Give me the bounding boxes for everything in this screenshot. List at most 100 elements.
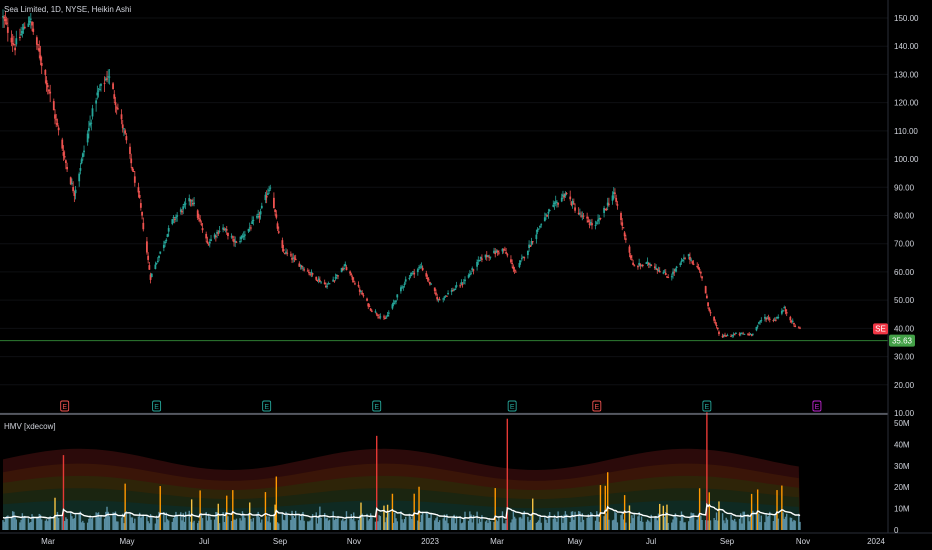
candle-body [582, 215, 585, 217]
volume-bar [131, 517, 134, 530]
volume-bar [467, 520, 470, 530]
volume-bar [540, 522, 542, 530]
volume-bar [784, 516, 787, 530]
volume-bar [735, 521, 737, 530]
volume-bar [756, 489, 759, 530]
volume-bar [574, 511, 576, 530]
candle-body [435, 292, 437, 295]
candle-body [689, 256, 691, 260]
candle-body [673, 271, 676, 273]
candle-body [409, 275, 412, 277]
volume-bar [741, 523, 743, 530]
volume-bar [721, 513, 724, 530]
candle-body [709, 312, 712, 314]
candle-body [29, 18, 32, 20]
volume-bar [14, 516, 16, 530]
candle-body [395, 300, 397, 302]
volume-bar [569, 521, 571, 530]
candle-body [591, 223, 593, 226]
candle-body [235, 241, 238, 243]
volume-bar [103, 518, 106, 530]
volume-bar [78, 512, 80, 530]
volume-bar [435, 518, 437, 530]
candle-body [38, 48, 41, 52]
volume-bar [269, 522, 271, 530]
volume-bar [319, 506, 321, 530]
volume-bar [140, 517, 142, 530]
volume-bar [425, 511, 427, 530]
candle-body [557, 203, 560, 205]
candle-body [57, 127, 60, 131]
candle-body [276, 223, 279, 229]
candle-body [572, 203, 575, 205]
candle-body [529, 245, 532, 247]
candle-body [653, 266, 656, 269]
candle-body [468, 273, 471, 275]
volume-bar [599, 485, 602, 530]
volume-bar [367, 520, 369, 530]
volume-bar [646, 519, 649, 530]
volume-bar [174, 515, 176, 530]
volume-bar [213, 519, 216, 530]
volume-bar [165, 512, 167, 530]
price-axis-tick: 30.00 [894, 353, 915, 362]
volume-bar [742, 511, 744, 530]
candle-body [630, 259, 633, 261]
candle-body [231, 236, 234, 238]
volume-bar [590, 512, 592, 530]
candle-body [351, 276, 354, 280]
volume-bar [527, 516, 529, 530]
volume-bar [766, 516, 769, 530]
volume-bar [667, 522, 669, 530]
candle-body [757, 322, 760, 324]
candle-body [207, 244, 210, 246]
candle-body [103, 82, 106, 84]
volume-bar [293, 518, 296, 530]
volume-bar [340, 520, 343, 530]
volume-bar [247, 513, 250, 530]
candle-body [165, 239, 168, 242]
candle-body [784, 309, 787, 312]
candle-body [352, 280, 355, 282]
candle-body [294, 258, 297, 261]
candle-body [383, 316, 385, 318]
volume-indicator-label[interactable]: HMV [xdecow] [4, 422, 56, 431]
volume-bar [368, 519, 371, 530]
volume-bar [210, 519, 212, 530]
volume-bar [469, 511, 471, 530]
volume-bar [604, 485, 606, 530]
volume-bar [91, 517, 94, 530]
chart-canvas[interactable]: E E E E E E E E 150.00 140.00 130.00 120.00 110.00 1… [0, 0, 932, 550]
volume-bar [649, 522, 651, 530]
volume-bar [615, 512, 617, 530]
volume-bar [154, 523, 157, 530]
symbol-badge[interactable]: SE [873, 323, 888, 335]
volume-bar [522, 513, 524, 530]
candle-body [19, 36, 21, 38]
volume-bar [395, 518, 397, 530]
candle-body [124, 130, 127, 134]
time-axis-tick: Nov [796, 537, 810, 546]
volume-bar [438, 520, 441, 530]
candle-body [536, 229, 539, 232]
time-axis-tick: May [567, 537, 582, 546]
volume-bar [501, 511, 504, 530]
volume-bar [3, 521, 5, 530]
candle-body [369, 308, 372, 311]
candle-body [646, 261, 649, 263]
volume-bar [362, 517, 365, 530]
candle-body [412, 271, 414, 273]
volume-bar [743, 511, 746, 530]
volume-bar [594, 520, 597, 530]
volume-bar [614, 511, 616, 530]
volume-bar [477, 523, 479, 530]
volume-bar [251, 521, 253, 530]
candle-body [756, 325, 759, 327]
volume-bar [519, 517, 522, 530]
candle [150, 273, 153, 278]
candle-body [12, 43, 15, 45]
candle-body [275, 214, 278, 218]
volume-bar [233, 519, 235, 530]
volume-bar [206, 520, 209, 530]
volume-bar [13, 511, 15, 530]
